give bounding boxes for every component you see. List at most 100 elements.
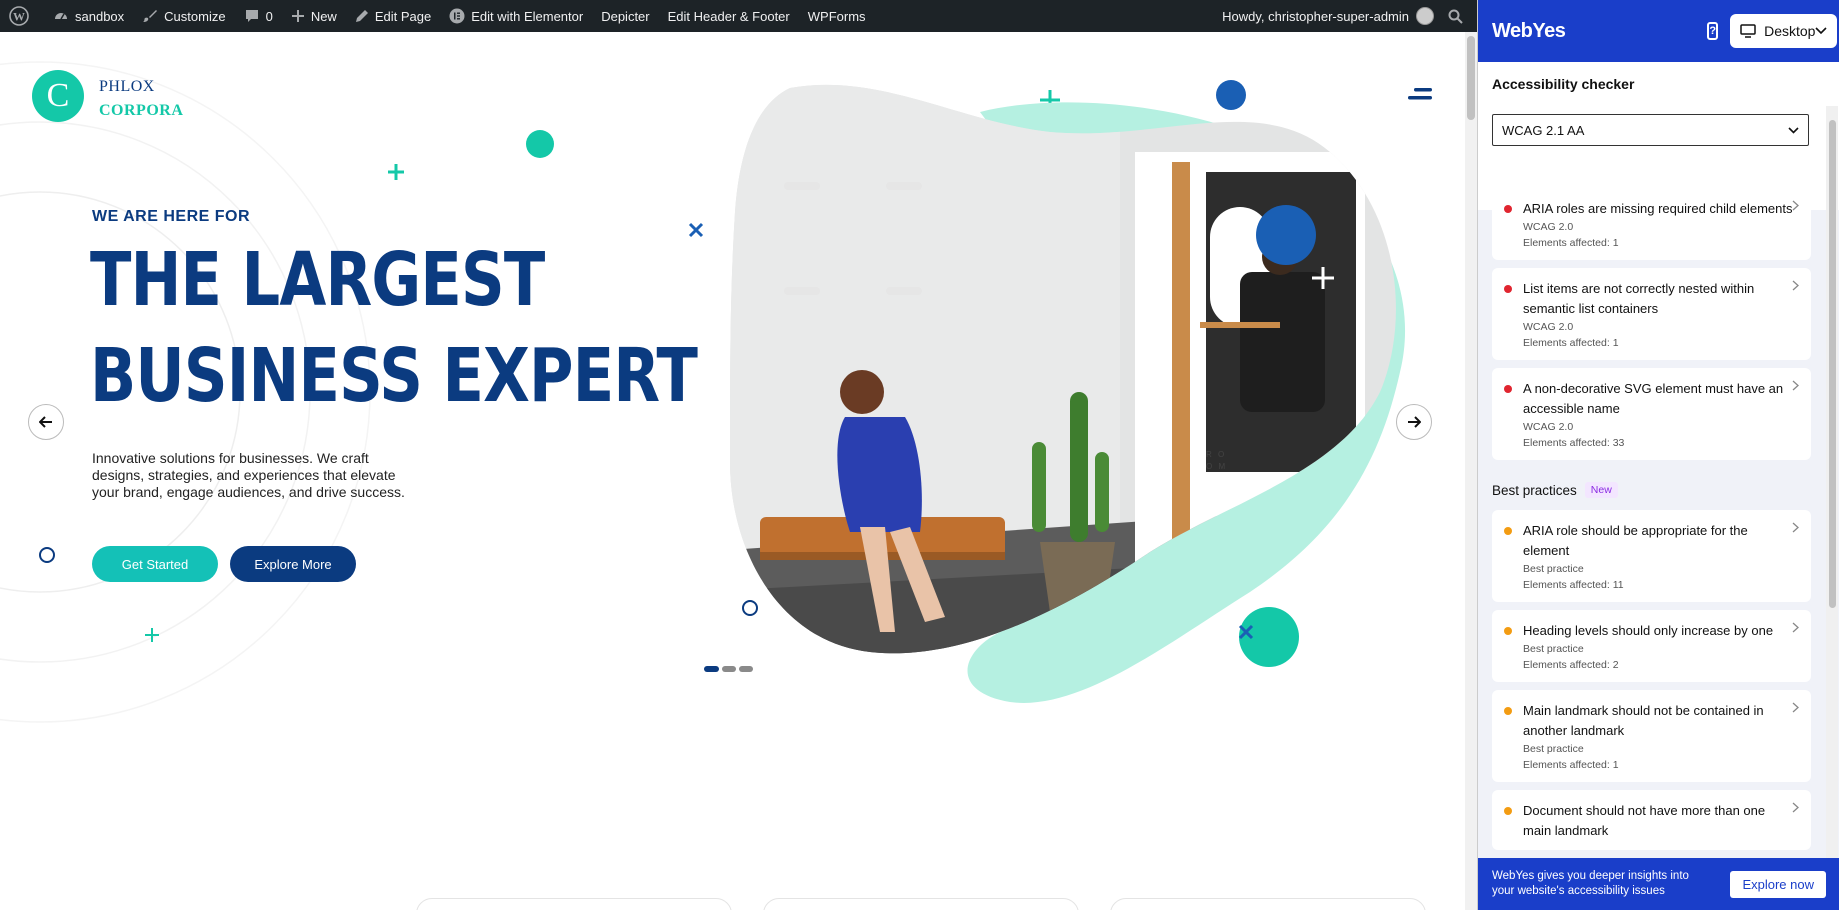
practice-affected: Elements affected: 11	[1523, 579, 1624, 591]
elementor-icon	[449, 8, 465, 24]
practice-card[interactable]: Heading levels should only increase by o…	[1492, 610, 1811, 682]
customize-label: Customize	[164, 8, 226, 24]
brush-icon	[143, 10, 158, 22]
monitor-icon	[1740, 24, 1756, 38]
practice-type: Best practice	[1523, 563, 1584, 575]
practice-card[interactable]: Document should not have more than one m…	[1492, 790, 1811, 850]
practice-title: Main landmark should not be contained in…	[1523, 703, 1764, 738]
device-select[interactable]: Desktop	[1730, 14, 1838, 48]
edit-elementor-label: Edit with Elementor	[471, 8, 584, 24]
warning-dot	[1504, 807, 1512, 815]
edit-page-link[interactable]: Edit Page	[346, 0, 440, 32]
slider-next-button[interactable]	[1396, 404, 1432, 440]
customize-link[interactable]: Customize	[133, 0, 234, 32]
wcag-standard-value: WCAG 2.1 AA	[1502, 122, 1585, 138]
issue-card[interactable]: List items are not correctly nested with…	[1492, 268, 1811, 360]
webyes-footer: WebYes gives you deeper insights into yo…	[1478, 858, 1839, 910]
arrow-right-icon	[1408, 416, 1421, 428]
warning-dot	[1504, 527, 1512, 535]
chevron-right-icon	[1792, 200, 1799, 211]
edit-page-label: Edit Page	[374, 8, 432, 24]
slider-dot[interactable]	[722, 666, 736, 672]
chevron-down-icon	[1815, 27, 1828, 35]
practice-title: Heading levels should only increase by o…	[1523, 623, 1774, 638]
practice-type: Best practice	[1523, 743, 1584, 755]
slider-prev-button[interactable]	[28, 404, 64, 440]
help-icon[interactable]: ?	[1707, 22, 1719, 40]
practice-type: Best practice	[1523, 643, 1584, 655]
footer-message: WebYes gives you deeper insights into yo…	[1492, 870, 1689, 897]
website-page: C PHLOX CORPORA WE ARE HERE FOR THE LARG…	[0, 32, 1465, 910]
panel-scrollbar[interactable]	[1826, 106, 1838, 858]
chevron-right-icon	[1792, 380, 1799, 391]
page-scrollbar[interactable]	[1465, 32, 1477, 910]
issue-affected: Elements affected: 1	[1523, 237, 1619, 249]
issue-title: List items are not correctly nested with…	[1523, 281, 1755, 316]
search-icon	[1448, 9, 1463, 24]
warning-dot	[1504, 627, 1512, 635]
site-name-label: sandbox	[75, 8, 125, 24]
dashboard-icon	[55, 13, 67, 20]
issue-standard: WCAG 2.0	[1523, 221, 1574, 233]
slider-dot[interactable]	[739, 666, 753, 672]
issue-card[interactable]: ARIA roles are missing required child el…	[1492, 188, 1811, 260]
best-practices-label: Best practices	[1492, 482, 1577, 498]
new-label: New	[310, 8, 337, 24]
admin-search-button[interactable]	[1440, 0, 1477, 32]
chevron-right-icon	[1792, 622, 1799, 633]
edit-header-footer-label: Edit Header & Footer	[667, 8, 790, 24]
wpforms-label: WPForms	[807, 8, 866, 24]
practice-affected: Elements affected: 2	[1523, 659, 1619, 671]
edit-elementor-link[interactable]: Edit with Elementor	[440, 0, 592, 32]
practice-card[interactable]: ARIA role should be appropriate for the …	[1492, 510, 1811, 602]
comments-link[interactable]: 0	[235, 0, 282, 32]
practice-affected: Elements affected: 1	[1523, 759, 1619, 771]
practice-title: ARIA role should be appropriate for the …	[1523, 523, 1748, 558]
error-dot	[1504, 385, 1512, 393]
room-sign-line-1: R O	[1206, 450, 1227, 459]
chevron-right-icon	[1792, 280, 1799, 291]
practice-title: Document should not have more than one m…	[1523, 803, 1766, 838]
wordpress-logo-button[interactable]: W	[0, 0, 44, 32]
chevron-right-icon	[1792, 802, 1799, 813]
chevron-down-icon	[1788, 126, 1799, 134]
wcag-standard-select[interactable]: WCAG 2.1 AA	[1492, 114, 1809, 146]
slider-dot-active[interactable]	[704, 666, 719, 672]
webyes-header: WebYes ? Desktop	[1478, 0, 1839, 62]
pencil-icon	[355, 10, 368, 22]
issue-affected: Elements affected: 1	[1523, 337, 1619, 349]
device-select-label: Desktop	[1764, 23, 1816, 39]
issue-title: A non-decorative SVG element must have a…	[1523, 381, 1784, 416]
card-outline	[1110, 898, 1426, 910]
account-menu[interactable]: Howdy, christopher-super-admin	[1213, 0, 1440, 32]
arrow-left-icon	[39, 416, 52, 428]
chevron-right-icon	[1792, 702, 1799, 713]
new-content-link[interactable]: New	[282, 0, 346, 32]
webyes-logo: WebYes	[1492, 19, 1566, 42]
edit-header-footer-link[interactable]: Edit Header & Footer	[659, 0, 799, 32]
webyes-body: Accessibility checker WCAG 2.1 AA ARIA r…	[1478, 62, 1839, 858]
site-name-link[interactable]: sandbox	[44, 0, 133, 32]
issue-standard: WCAG 2.0	[1523, 421, 1574, 433]
wpforms-link[interactable]: WPForms	[799, 0, 875, 32]
webyes-panel: WebYes ? Desktop Accessibility checker W…	[1477, 0, 1839, 910]
error-dot	[1504, 285, 1512, 293]
error-dot	[1504, 205, 1512, 213]
page-scrollbar-thumb[interactable]	[1467, 36, 1475, 120]
plus-icon	[291, 10, 304, 22]
issues-list: ARIA roles are missing required child el…	[1492, 188, 1811, 858]
practice-card[interactable]: Main landmark should not be contained in…	[1492, 690, 1811, 782]
panel-scrollbar-thumb[interactable]	[1829, 120, 1836, 608]
comments-count: 0	[265, 8, 273, 24]
issue-standard: WCAG 2.0	[1523, 321, 1574, 333]
comment-icon	[245, 10, 258, 22]
explore-now-button[interactable]: Explore now	[1730, 870, 1826, 898]
warning-dot	[1504, 707, 1512, 715]
issue-card[interactable]: A non-decorative SVG element must have a…	[1492, 368, 1811, 460]
depicter-link[interactable]: Depicter	[592, 0, 658, 32]
slider-pagination	[704, 666, 753, 672]
new-badge: New	[1584, 482, 1618, 498]
depicter-label: Depicter	[601, 8, 650, 24]
hero-image	[730, 84, 1406, 703]
menu-icon[interactable]	[1408, 88, 1432, 102]
